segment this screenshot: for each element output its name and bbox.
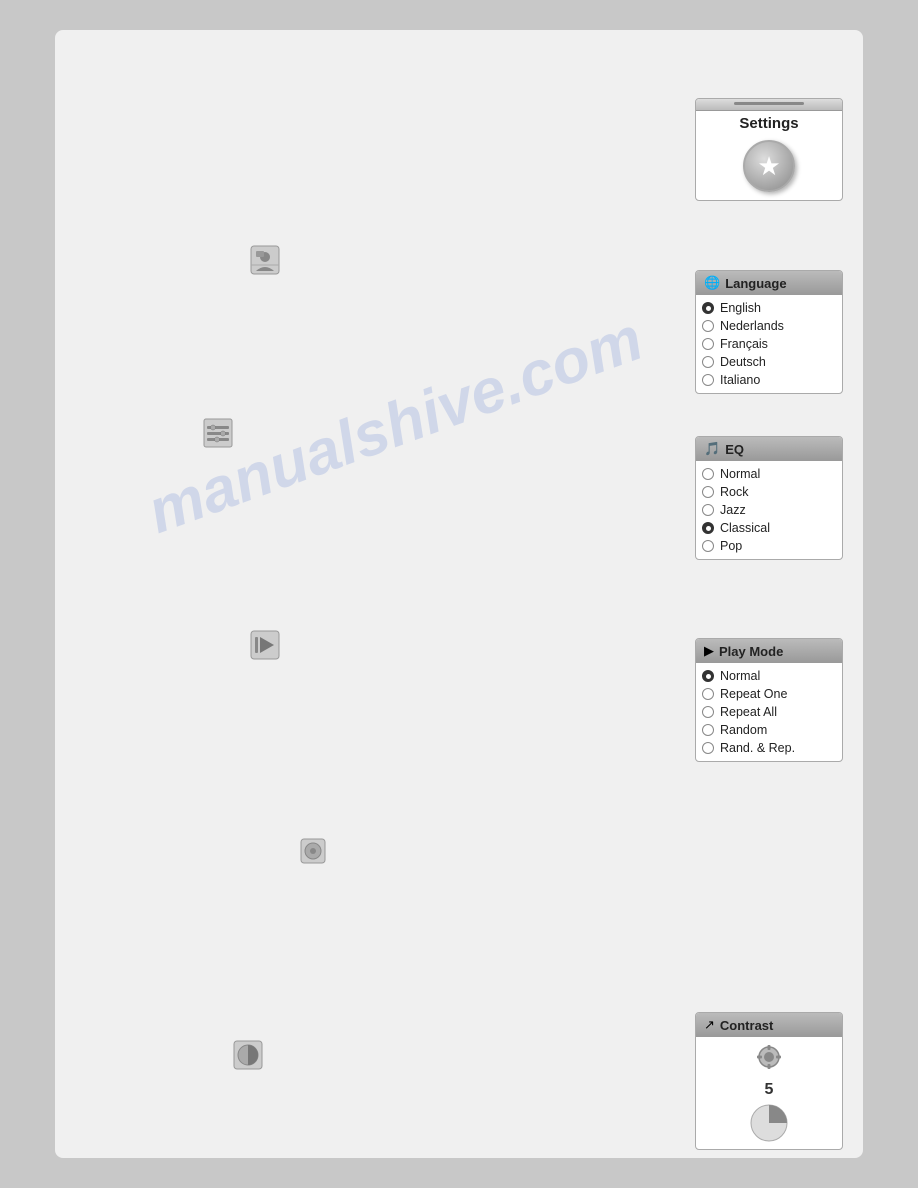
settings-titlebar	[696, 99, 842, 111]
language-deutsch-label: Deutsch	[720, 355, 766, 369]
playmode-header-icon: ▶	[704, 643, 714, 659]
settings-star-button[interactable]: ★	[743, 140, 795, 192]
language-panel: 🌐 Language English Nederlands Français D…	[695, 270, 843, 394]
language-option-italiano[interactable]: Italiano	[702, 371, 836, 389]
language-header: 🌐 Language	[696, 271, 842, 295]
radio-playmode-normal	[702, 670, 714, 682]
radio-nederlands	[702, 320, 714, 332]
eq-pop-label: Pop	[720, 539, 742, 553]
language-italiano-label: Italiano	[720, 373, 760, 387]
radio-eq-jazz	[702, 504, 714, 516]
eq-rock-label: Rock	[720, 485, 748, 499]
playmode-repeat-one-label: Repeat One	[720, 687, 787, 701]
playmode-header-title: Play Mode	[719, 644, 783, 659]
eq-device-icon	[203, 418, 233, 453]
contrast-header-title: Contrast	[720, 1018, 773, 1033]
star-icon: ★	[757, 151, 780, 182]
settings-icon-area: ★	[696, 134, 842, 200]
main-page: manualshive.com Settings ★ 🌐 Language En…	[55, 30, 863, 1158]
language-option-nederlands[interactable]: Nederlands	[702, 317, 836, 335]
playmode-option-normal[interactable]: Normal	[702, 667, 836, 685]
language-option-deutsch[interactable]: Deutsch	[702, 353, 836, 371]
eq-header-title: EQ	[725, 442, 744, 457]
eq-jazz-label: Jazz	[720, 503, 746, 517]
language-nederlands-label: Nederlands	[720, 319, 784, 333]
language-francais-label: Français	[720, 337, 768, 351]
radio-deutsch	[702, 356, 714, 368]
radio-english	[702, 302, 714, 314]
radio-eq-rock	[702, 486, 714, 498]
eq-header: 🎵 EQ	[696, 437, 842, 461]
language-panel-body: English Nederlands Français Deutsch Ital…	[696, 295, 842, 393]
language-header-icon: 🌐	[704, 275, 720, 291]
eq-panel-body: Normal Rock Jazz Classical Pop	[696, 461, 842, 559]
radio-playmode-repeat-all	[702, 706, 714, 718]
extra-device-icon	[300, 838, 326, 869]
language-option-francais[interactable]: Français	[702, 335, 836, 353]
eq-panel: 🎵 EQ Normal Rock Jazz Classical Pop	[695, 436, 843, 560]
eq-option-jazz[interactable]: Jazz	[702, 501, 836, 519]
settings-title-line	[734, 102, 804, 105]
language-device-icon	[250, 245, 280, 280]
contrast-panel: ↗ Contrast 5	[695, 1012, 843, 1150]
contrast-header-icon: ↗	[704, 1017, 715, 1033]
radio-eq-normal	[702, 468, 714, 480]
eq-normal-label: Normal	[720, 467, 760, 481]
radio-playmode-rand-rep	[702, 742, 714, 754]
language-english-label: English	[720, 301, 761, 315]
playmode-random-label: Random	[720, 723, 767, 737]
playmode-repeat-all-label: Repeat All	[720, 705, 777, 719]
playmode-device-icon	[250, 630, 280, 665]
settings-title: Settings	[696, 111, 842, 134]
playmode-option-repeat-all[interactable]: Repeat All	[702, 703, 836, 721]
playmode-option-random[interactable]: Random	[702, 721, 836, 739]
radio-playmode-random	[702, 724, 714, 736]
contrast-pie-chart	[749, 1103, 789, 1143]
radio-playmode-repeat-one	[702, 688, 714, 700]
contrast-value: 5	[765, 1081, 774, 1099]
radio-italiano	[702, 374, 714, 386]
settings-panel: Settings ★	[695, 98, 843, 201]
radio-eq-classical	[702, 522, 714, 534]
contrast-header: ↗ Contrast	[696, 1013, 842, 1037]
radio-francais	[702, 338, 714, 350]
eq-option-classical[interactable]: Classical	[702, 519, 836, 537]
eq-option-rock[interactable]: Rock	[702, 483, 836, 501]
playmode-option-rand-rep[interactable]: Rand. & Rep.	[702, 739, 836, 757]
playmode-header: ▶ Play Mode	[696, 639, 842, 663]
playmode-rand-rep-label: Rand. & Rep.	[720, 741, 795, 755]
contrast-gear-icon	[755, 1043, 783, 1077]
language-header-title: Language	[725, 276, 786, 291]
radio-eq-pop	[702, 540, 714, 552]
playmode-normal-label: Normal	[720, 669, 760, 683]
eq-header-icon: 🎵	[704, 441, 720, 457]
playmode-panel-body: Normal Repeat One Repeat All Random Rand…	[696, 663, 842, 761]
contrast-device-icon	[233, 1040, 263, 1075]
playmode-panel: ▶ Play Mode Normal Repeat One Repeat All…	[695, 638, 843, 762]
eq-option-normal[interactable]: Normal	[702, 465, 836, 483]
playmode-option-repeat-one[interactable]: Repeat One	[702, 685, 836, 703]
language-option-english[interactable]: English	[702, 299, 836, 317]
contrast-body: 5	[696, 1037, 842, 1149]
eq-classical-label: Classical	[720, 521, 770, 535]
eq-option-pop[interactable]: Pop	[702, 537, 836, 555]
